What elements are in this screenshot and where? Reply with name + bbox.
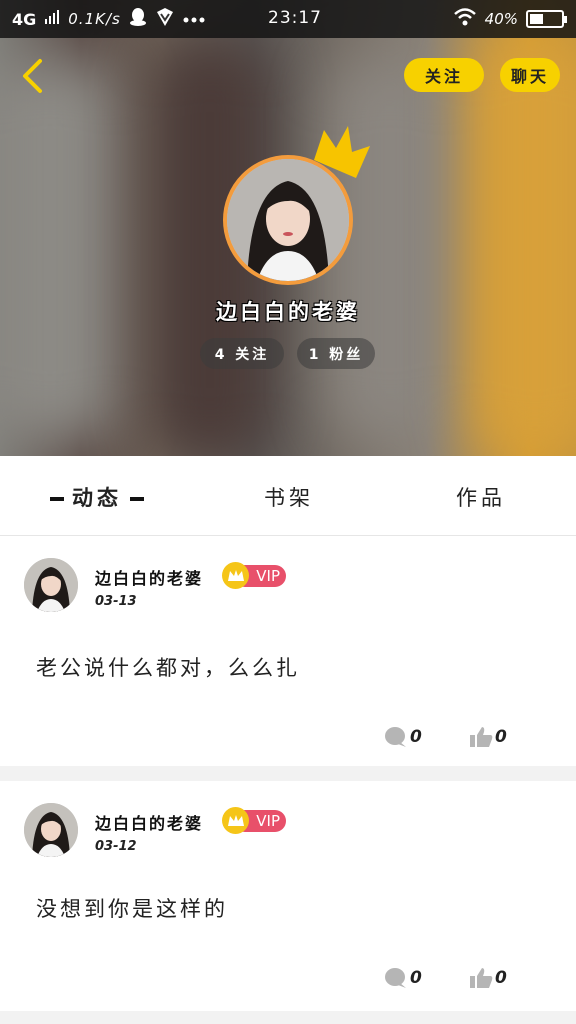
comment-icon	[385, 968, 406, 988]
feed-post[interactable]: 边白白的老婆 VIP 03-13 老公说什么都对，么么扎 0 0	[0, 536, 576, 766]
profile-username: 边白白的老婆	[216, 300, 360, 324]
post-content: 没想到你是这样的	[36, 897, 228, 921]
post-date: 03-12	[95, 839, 137, 854]
avatar[interactable]	[24, 803, 78, 857]
shield-icon	[155, 7, 175, 32]
like-count: 0	[495, 968, 507, 988]
comment-icon	[385, 727, 406, 747]
like-count: 0	[495, 727, 507, 747]
chat-button[interactable]: 聊天	[500, 58, 560, 92]
network-speed: 0.1K/s	[68, 10, 121, 28]
back-button[interactable]	[14, 56, 50, 96]
following-count[interactable]: 4 关注	[200, 338, 284, 369]
crown-icon	[314, 126, 370, 178]
wifi-icon	[453, 8, 477, 30]
comment-button[interactable]: 0	[384, 726, 422, 748]
follow-button[interactable]: 关注	[404, 58, 484, 92]
more-dots-icon	[183, 9, 205, 29]
profile-header: 4G 0.1K/s 23:17 40% 关注 聊天 边白白的老婆 4 关注 1 …	[0, 0, 576, 456]
background-blur	[470, 30, 576, 456]
post-author[interactable]: 边白白的老婆	[95, 565, 203, 589]
tab-bookshelf[interactable]: 书架	[264, 482, 314, 512]
fans-count[interactable]: 1 粉丝	[297, 338, 375, 369]
post-author[interactable]: 边白白的老婆	[95, 810, 203, 834]
tab-indicator	[130, 497, 144, 501]
clock: 23:17	[268, 8, 322, 28]
tab-feed[interactable]: 动态	[42, 482, 152, 512]
feed-post[interactable]: 边白白的老婆 VIP 03-12 没想到你是这样的 0 0	[0, 781, 576, 1011]
thumbs-up-icon	[470, 727, 493, 747]
network-type: 4G	[12, 9, 37, 29]
qq-icon	[129, 7, 147, 32]
battery-percent: 40%	[484, 10, 518, 28]
profile-tabs: 动态 书架 作品	[0, 456, 576, 536]
post-content: 老公说什么都对，么么扎	[36, 656, 300, 680]
chevron-left-icon	[23, 59, 42, 93]
comment-button[interactable]: 0	[384, 967, 422, 989]
profile-screen: 4G 0.1K/s 23:17 40% 关注 聊天 边白白的老婆 4 关注 1 …	[0, 0, 576, 1024]
crown-icon	[222, 562, 249, 589]
like-button[interactable]: 0	[469, 967, 507, 989]
vip-badge: VIP	[222, 807, 286, 834]
battery-icon	[526, 10, 567, 28]
tab-feed-label: 动态	[72, 486, 122, 510]
status-bar: 4G 0.1K/s 23:17 40%	[0, 0, 576, 38]
like-button[interactable]: 0	[469, 726, 507, 748]
tab-works[interactable]: 作品	[456, 482, 506, 512]
comment-count: 0	[410, 727, 422, 747]
signal-icon	[44, 9, 60, 30]
background-blur	[0, 60, 120, 440]
thumbs-up-icon	[470, 968, 493, 988]
comment-count: 0	[410, 968, 422, 988]
crown-icon	[222, 807, 249, 834]
background-blur	[330, 60, 450, 440]
vip-badge: VIP	[222, 562, 286, 589]
avatar[interactable]	[24, 558, 78, 612]
tab-indicator	[50, 497, 64, 501]
post-date: 03-13	[95, 594, 137, 609]
